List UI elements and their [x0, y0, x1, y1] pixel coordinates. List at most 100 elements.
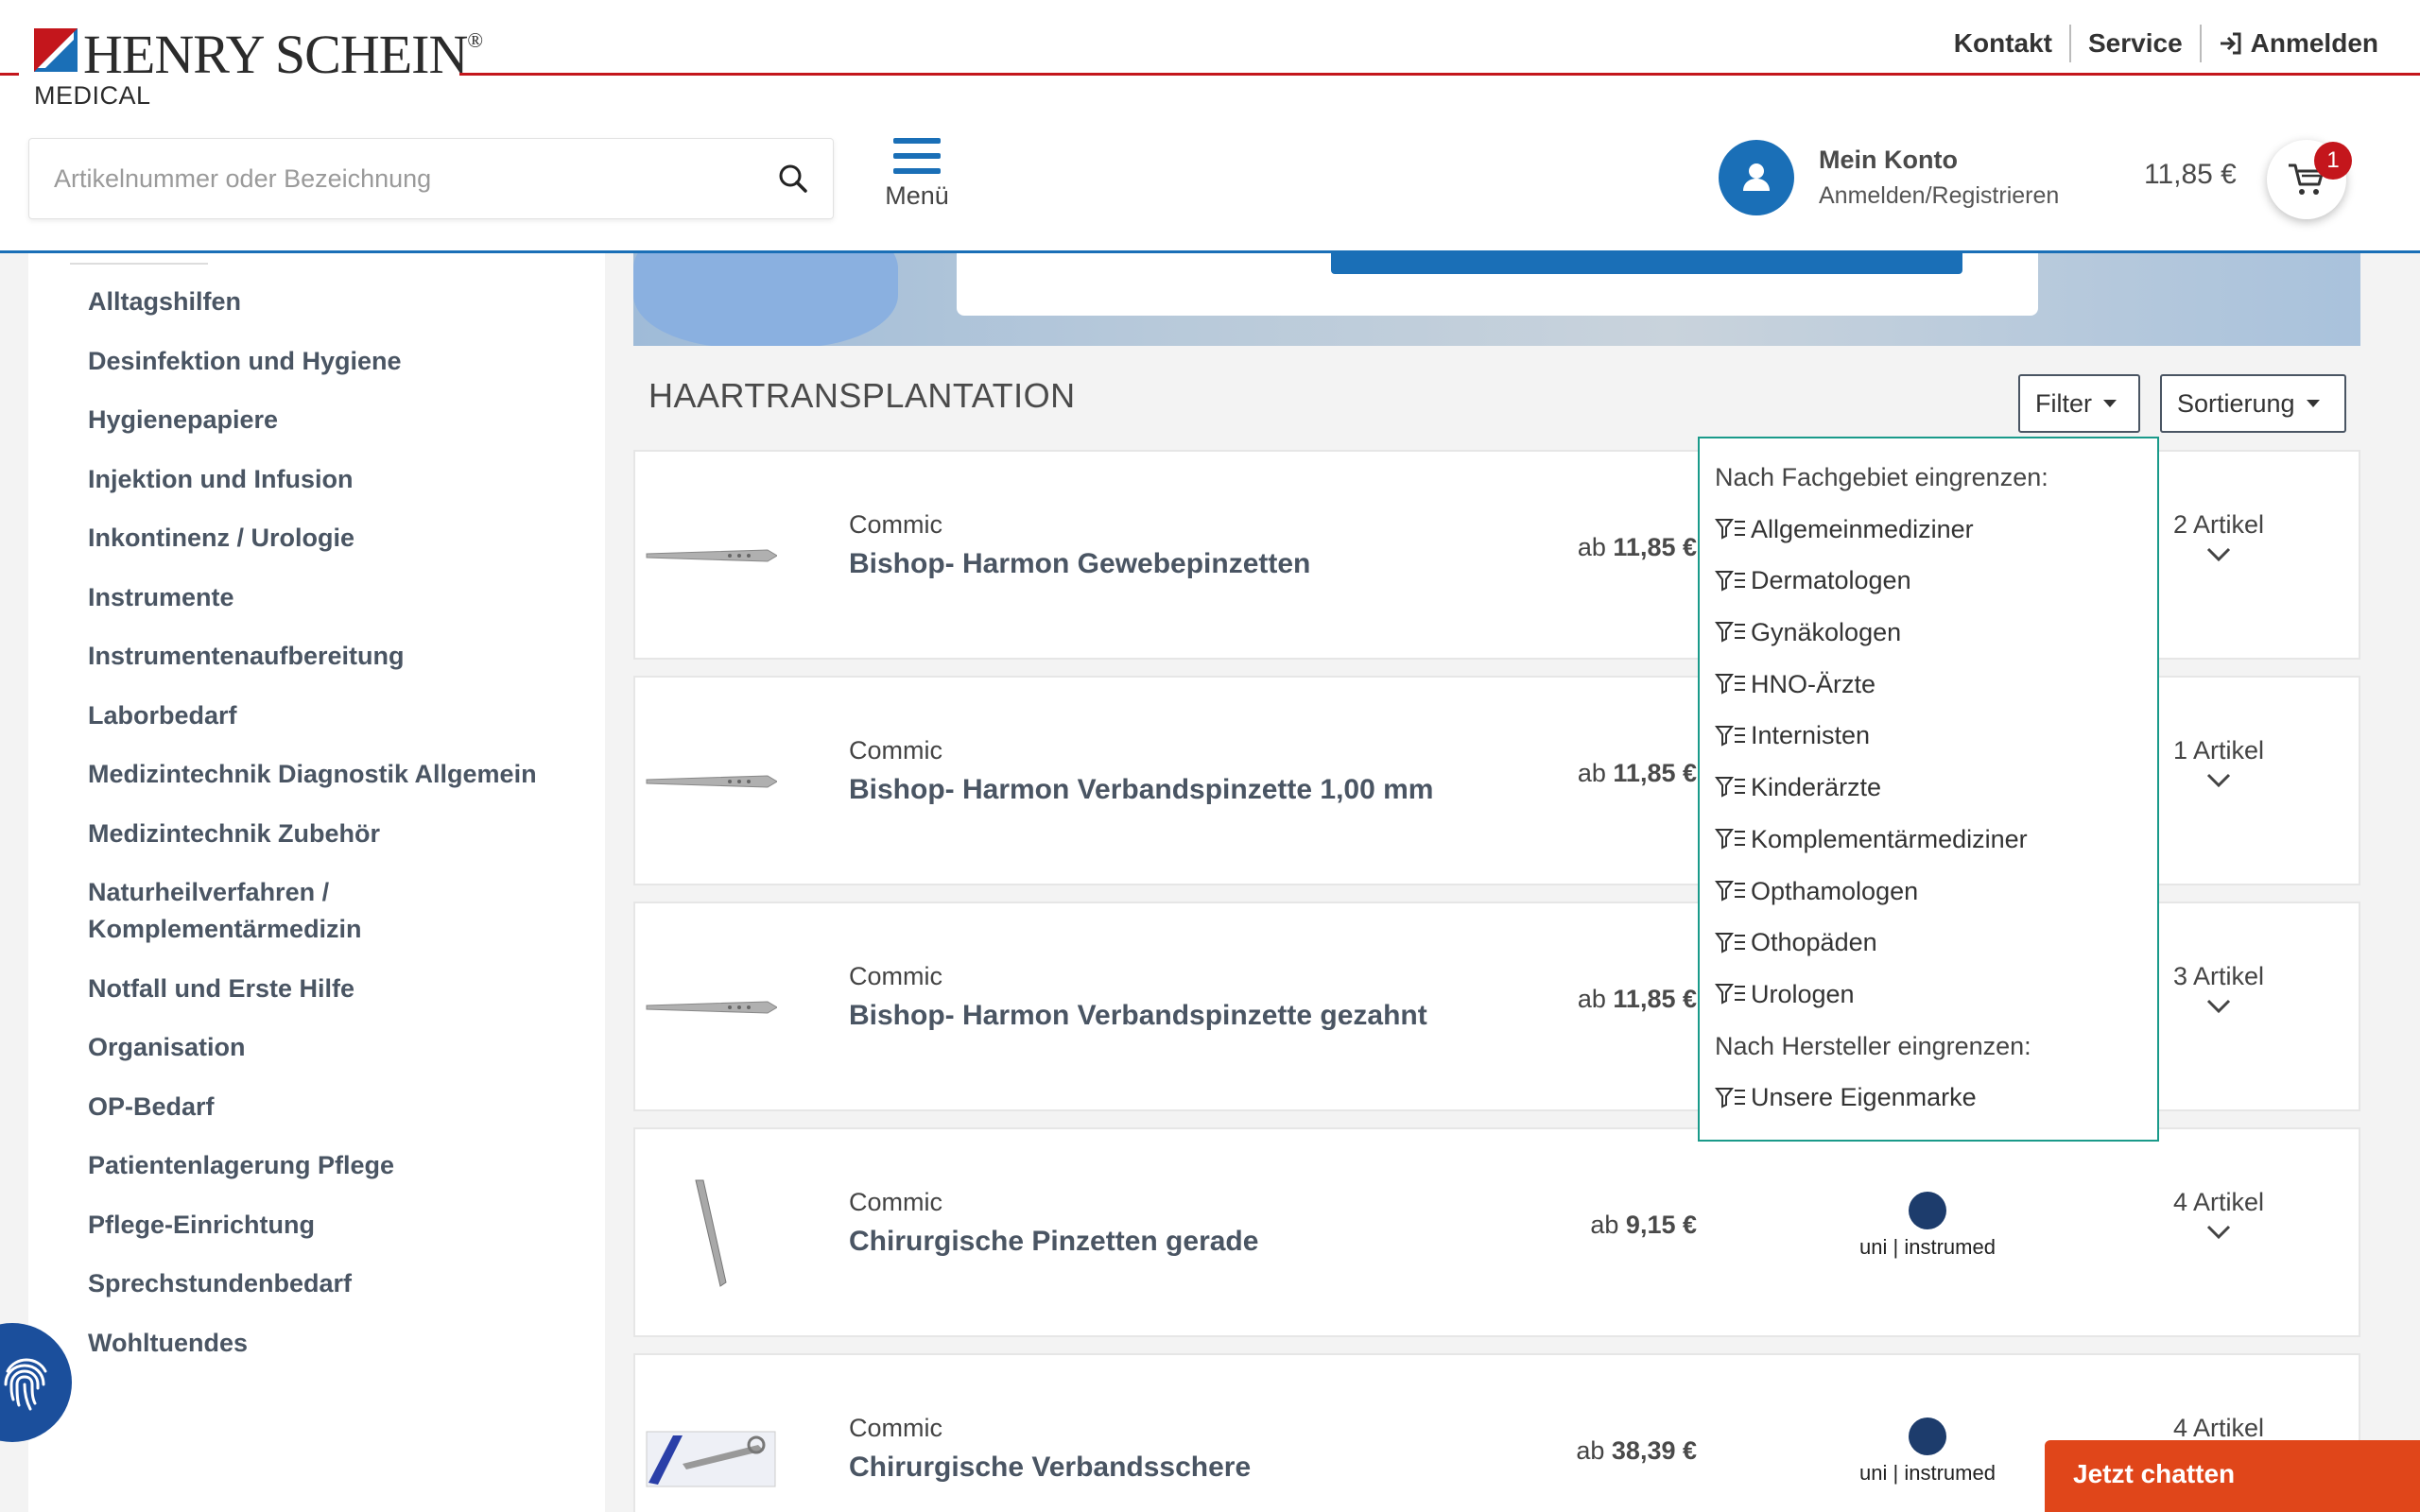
filter-list-icon	[1715, 622, 1745, 644]
category-list: Alltagshilfen Desinfektion und Hygiene H…	[88, 284, 579, 1383]
filter-list-icon	[1715, 932, 1745, 954]
account-button[interactable]: Mein Konto Anmelden/Registrieren	[1719, 140, 2059, 215]
chevron-down-icon	[2206, 547, 2231, 562]
product-price: ab 11,85 €	[1577, 985, 1697, 1013]
category-item[interactable]: OP-Bedarf	[88, 1089, 579, 1125]
sort-button[interactable]: Sortierung	[2160, 374, 2346, 433]
filter-option[interactable]: Allgemeinmediziner	[1715, 504, 2142, 556]
product-variant-count[interactable]: 2 Artikel	[2167, 510, 2271, 562]
filter-list-icon	[1715, 984, 1745, 1005]
manufacturer-logo-icon	[1909, 1418, 1946, 1455]
account-title: Mein Konto	[1819, 146, 1958, 174]
product-image	[645, 1393, 777, 1512]
category-item[interactable]: Medizintechnik Diagnostik Allgemein	[88, 756, 579, 793]
site-header: HENRY SCHEIN® MEDICAL Kontakt Service An…	[0, 0, 2420, 253]
manufacturer-name: uni | instrumed	[1859, 1461, 1996, 1485]
login-label: Anmelden	[2250, 28, 2378, 58]
nav-separator	[2199, 25, 2202, 62]
caret-down-icon	[2306, 400, 2320, 407]
filter-list-icon	[1715, 880, 1745, 902]
hamburger-icon	[879, 138, 955, 174]
filter-option[interactable]: Komplementärmediziner	[1715, 814, 2142, 866]
filter-option[interactable]: HNO-Ärzte	[1715, 659, 2142, 711]
service-link[interactable]: Service	[2088, 28, 2183, 59]
category-item[interactable]: Organisation	[88, 1029, 579, 1066]
category-item[interactable]: Sprechstundenbedarf	[88, 1265, 579, 1302]
product-variant-count[interactable]: 3 Artikel	[2167, 962, 2271, 1014]
manufacturer-logo: uni | instrumed	[1858, 1192, 1996, 1260]
sort-label: Sortierung	[2177, 388, 2295, 418]
chat-button[interactable]: Jetzt chatten	[2045, 1440, 2420, 1512]
product-row[interactable]: Commic Chirurgische Pinzetten gerade ab …	[633, 1127, 2360, 1337]
filter-list-icon	[1715, 829, 1745, 850]
banner-cta-button[interactable]	[1331, 253, 1962, 274]
category-item[interactable]: Pflege-Einrichtung	[88, 1207, 579, 1244]
category-item[interactable]: Inkontinenz / Urologie	[88, 520, 579, 557]
top-navigation: Kontakt Service Anmelden	[1954, 25, 2378, 62]
login-link[interactable]: Anmelden	[2219, 28, 2378, 59]
category-item[interactable]: Naturheilverfahren / Komplementärmedizin	[88, 874, 409, 948]
filter-list-icon	[1715, 777, 1745, 799]
product-name[interactable]: Chirurgische Pinzetten gerade	[849, 1226, 1258, 1258]
product-name[interactable]: Bishop- Harmon Verbandspinzette gezahnt	[849, 1000, 1427, 1032]
filter-option[interactable]: Kinderärzte	[1715, 762, 2142, 814]
filter-list-icon	[1715, 570, 1745, 592]
search-input[interactable]	[54, 139, 753, 218]
filter-option[interactable]: Urologen	[1715, 969, 2142, 1021]
filter-option[interactable]: Gynäkologen	[1715, 607, 2142, 659]
product-brand: Commic	[849, 962, 942, 990]
search-icon[interactable]	[776, 162, 810, 196]
category-item[interactable]: Notfall und Erste Hilfe	[88, 971, 579, 1007]
chevron-down-icon	[2206, 999, 2231, 1014]
filter-heading-specialty: Nach Fachgebiet eingrenzen:	[1715, 463, 2048, 491]
category-item[interactable]: Laborbedarf	[88, 697, 579, 734]
filter-option[interactable]: Othopäden	[1715, 917, 2142, 969]
category-item[interactable]: Wohltuendes	[88, 1325, 579, 1362]
product-variant-count[interactable]: 4 Artikel	[2167, 1188, 2271, 1240]
category-item[interactable]: Instrumentenaufbereitung	[88, 638, 579, 675]
filter-option[interactable]: Opthamologen	[1715, 866, 2142, 918]
filter-button[interactable]: Filter	[2018, 374, 2140, 433]
logo-wordmark: HENRY SCHEIN®	[83, 24, 483, 85]
banner-image	[633, 253, 898, 346]
product-variant-count[interactable]: 4 Artikel	[2167, 1414, 2271, 1443]
logo-mark-icon	[34, 28, 78, 72]
menu-button[interactable]: Menü	[879, 138, 955, 211]
category-item[interactable]: Desinfektion und Hygiene	[88, 343, 579, 380]
henry-schein-logo[interactable]: HENRY SCHEIN® MEDICAL	[19, 19, 483, 113]
category-item[interactable]: Injektion und Infusion	[88, 461, 579, 498]
category-item[interactable]: Instrumente	[88, 579, 579, 616]
chevron-down-icon	[2206, 1225, 2231, 1240]
chevron-down-icon	[2206, 773, 2231, 788]
filter-option[interactable]: Internisten	[1715, 710, 2142, 762]
filter-list-icon	[1715, 519, 1745, 540]
product-name[interactable]: Bishop- Harmon Gewebepinzetten	[849, 548, 1310, 580]
filter-label: Filter	[2035, 388, 2092, 418]
category-item[interactable]: Patientenlagerung Pflege	[88, 1147, 579, 1184]
filter-option[interactable]: Unsere Eigenmarke	[1715, 1072, 2142, 1124]
product-image	[645, 941, 777, 1074]
kontakt-link[interactable]: Kontakt	[1954, 28, 2052, 59]
sidebar-divider	[70, 263, 208, 265]
category-item[interactable]: Hygienepapiere	[88, 402, 579, 438]
page-title: HAARTRANSPLANTATION	[648, 376, 1076, 415]
manufacturer-name: uni | instrumed	[1859, 1235, 1996, 1259]
account-text: Mein Konto Anmelden/Registrieren	[1819, 146, 2059, 210]
category-sidebar: Alltagshilfen Desinfektion und Hygiene H…	[28, 253, 605, 1512]
category-item[interactable]: Alltagshilfen	[88, 284, 579, 320]
product-brand: Commic	[849, 1414, 942, 1442]
caret-down-icon	[2103, 400, 2117, 407]
account-subtitle: Anmelden/Registrieren	[1819, 182, 2060, 209]
cart-total: 11,85 €	[2144, 159, 2237, 190]
filter-option[interactable]: Dermatologen	[1715, 555, 2142, 607]
product-name[interactable]: Chirurgische Verbandsschere	[849, 1452, 1251, 1484]
category-item[interactable]: Medizintechnik Zubehör	[88, 816, 579, 852]
product-brand: Commic	[849, 736, 942, 765]
product-variant-count[interactable]: 1 Artikel	[2167, 736, 2271, 788]
user-avatar-icon	[1719, 140, 1794, 215]
product-price: ab 9,15 €	[1590, 1211, 1697, 1239]
logo-subtitle: MEDICAL	[34, 81, 151, 110]
product-name[interactable]: Bishop- Harmon Verbandspinzette 1,00 mm	[849, 774, 1433, 806]
hero-banner	[633, 253, 2360, 346]
product-price: ab 11,85 €	[1577, 533, 1697, 561]
